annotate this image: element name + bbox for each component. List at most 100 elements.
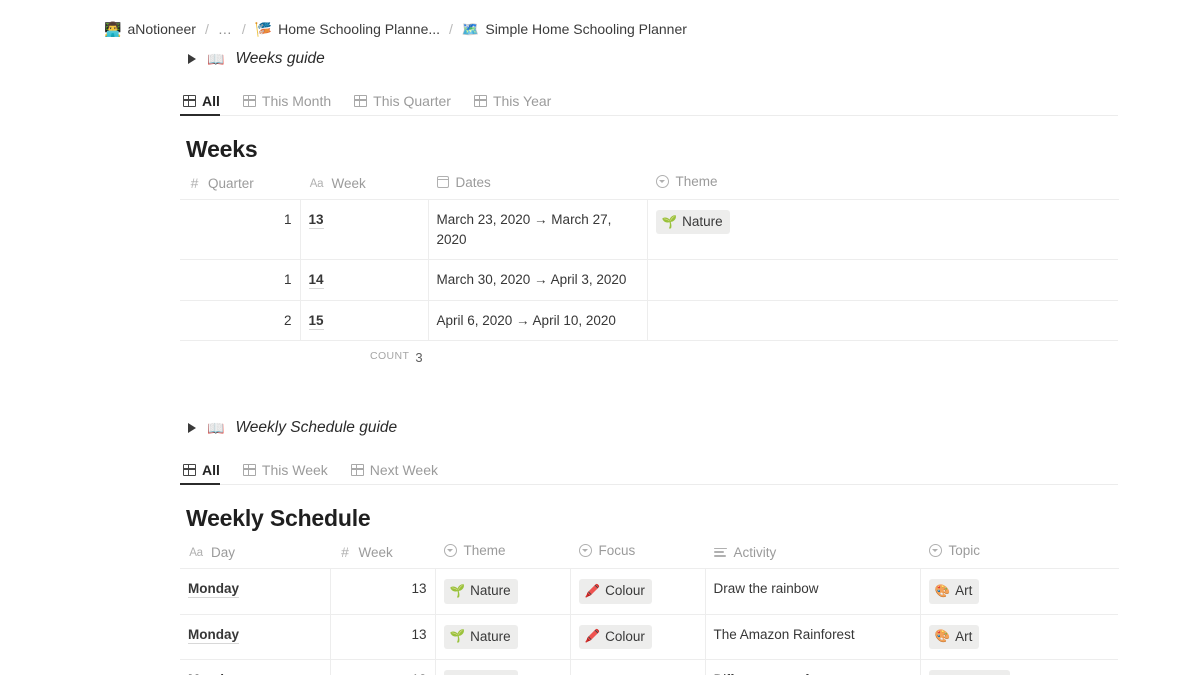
cell-day[interactable]: Monday: [180, 659, 331, 675]
breadcrumb-item-current[interactable]: 🗺️ Simple Home Schooling Planner: [462, 21, 687, 37]
cell-week[interactable]: 13: [300, 199, 429, 261]
tab-schedule-next-week[interactable]: Next Week: [348, 462, 448, 484]
crayon-icon: 🖍️: [584, 629, 601, 644]
tab-schedule-all[interactable]: All: [180, 462, 230, 486]
table-view-icon: [183, 464, 196, 477]
tag-theme: 🌱 Nature: [655, 210, 730, 235]
chevron-right-icon[interactable]: [188, 423, 196, 434]
tab-label: This Week: [261, 462, 328, 479]
schedule-col-topic[interactable]: Topic: [920, 538, 1118, 570]
tag-label: Art: [955, 583, 973, 599]
breadcrumb-item-ellipsis[interactable]: …: [218, 21, 233, 37]
cell-day[interactable]: Monday: [180, 568, 331, 615]
select-property-icon: [655, 175, 669, 188]
cell-dates: March 23, 2020 → March 27, 2020: [428, 199, 648, 261]
schedule-col-focus[interactable]: Focus: [570, 538, 705, 570]
schedule-col-week[interactable]: # Week: [330, 538, 435, 570]
tab-label: All: [202, 93, 220, 109]
cell-dates: April 6, 2020 → April 10, 2020: [428, 300, 648, 342]
breadcrumb-label-workspace: aNotioneer: [127, 20, 196, 37]
column-label: Quarter: [208, 175, 254, 191]
cell-week[interactable]: 14: [300, 259, 429, 301]
cell-focus: [570, 659, 706, 675]
cell-activity: The Amazon Rainforest: [705, 614, 921, 660]
weeks-col-week[interactable]: Aa Week: [300, 169, 428, 200]
select-property-icon: [578, 544, 592, 558]
weeks-col-theme[interactable]: Theme: [647, 169, 1118, 200]
table-row[interactable]: 1 14 March 30, 2020 → April 3, 2020: [180, 259, 1118, 301]
number-property-icon: #: [341, 544, 349, 561]
table-row[interactable]: 2 15 April 6, 2020 → April 10, 2020: [180, 300, 1118, 342]
breadcrumb-item-parent[interactable]: 🎏 Home Schooling Planne...: [255, 21, 440, 37]
tag-label: Nature: [470, 628, 511, 644]
tab-schedule-this-week[interactable]: This Week: [240, 462, 338, 484]
cell-week: 13: [330, 568, 436, 615]
weeks-col-quarter[interactable]: # Quarter: [180, 169, 300, 200]
select-property-icon: [928, 544, 942, 558]
cell-week: 13: [330, 659, 436, 675]
schedule-col-day[interactable]: Aa Day: [180, 538, 330, 570]
schedule-col-theme[interactable]: Theme: [435, 538, 570, 570]
cell-week[interactable]: 15: [300, 300, 429, 342]
tag-topic: 🧪 Science: [928, 669, 1011, 675]
tag-theme: 🌱 Nature: [443, 669, 518, 675]
tab-weeks-this-month[interactable]: This Month: [240, 93, 341, 115]
title-property-icon: Aa: [189, 546, 203, 559]
table-view-icon: [242, 95, 256, 107]
seedling-icon: 🌱: [661, 214, 678, 229]
breadcrumb-separator: /: [449, 20, 453, 37]
tag-theme: 🌱 Nature: [443, 579, 518, 604]
tab-label: This Year: [492, 93, 552, 109]
breadcrumb-item-workspace[interactable]: 👨‍💻 aNotioneer: [104, 21, 196, 37]
cell-focus: 🖍️ Colour: [570, 614, 706, 660]
schedule-guide-toggle-row[interactable]: 📖 Weekly Schedule guide: [186, 413, 1118, 443]
book-icon: 📖: [207, 420, 225, 437]
breadcrumb: 👨‍💻 aNotioneer / … / 🎏 Home Schooling Pl…: [0, 0, 1200, 44]
cell-theme: [647, 259, 1118, 301]
weeks-col-dates[interactable]: Dates: [428, 169, 647, 200]
cell-theme: [647, 300, 1118, 342]
table-view-icon: [350, 464, 364, 477]
book-icon: 📖: [207, 51, 225, 67]
column-label: Theme: [463, 543, 506, 559]
column-label: Focus: [598, 543, 636, 559]
cell-theme: 🌱 Nature: [435, 614, 571, 660]
cell-day[interactable]: Monday: [180, 614, 331, 660]
chevron-right-icon[interactable]: [188, 54, 196, 64]
tab-weeks-this-quarter[interactable]: This Quarter: [351, 93, 461, 115]
tab-label: This Month: [261, 93, 332, 109]
table-view-icon: [183, 95, 196, 107]
flag-icon: 🎏: [254, 20, 273, 37]
tab-weeks-this-year[interactable]: This Year: [471, 93, 561, 115]
weekly-schedule-table: Aa Day # Week Theme Focus Activity Topic…: [180, 538, 1119, 675]
table-row[interactable]: 1 13 March 23, 2020 → March 27, 2020 🌱 N…: [180, 199, 1118, 261]
tag-label: Nature: [470, 583, 511, 599]
schedule-col-activity[interactable]: Activity: [705, 538, 920, 570]
cell-theme: 🌱 Nature: [435, 568, 571, 615]
column-label: Week: [358, 544, 393, 560]
weeks-count-footer[interactable]: Count 3: [180, 341, 1118, 365]
map-icon: 🗺️: [461, 20, 480, 37]
column-label: Theme: [675, 174, 718, 189]
palette-icon: 🎨: [934, 629, 951, 644]
title-property-icon: Aa: [309, 177, 324, 190]
column-label: Activity: [733, 544, 777, 560]
weeks-table: # Quarter Aa Week Dates Theme 1 13 March…: [180, 169, 1119, 342]
column-label: Day: [211, 545, 236, 561]
cell-topic: 🎨 Art: [920, 614, 1118, 660]
cell-dates: March 30, 2020 → April 3, 2020: [428, 259, 648, 301]
weeks-table-header-row: # Quarter Aa Week Dates Theme: [180, 169, 1118, 200]
tag-focus: 🖍️ Colour: [578, 624, 652, 649]
table-row[interactable]: Monday 13 🌱 Nature Different type of tre…: [180, 659, 1118, 675]
workspace-icon: 👨‍💻: [104, 20, 122, 37]
cell-topic: 🎨 Art: [920, 568, 1118, 615]
cell-quarter: 2: [180, 300, 301, 342]
table-row[interactable]: Monday 13 🌱 Nature 🖍️ Colour The Amazon …: [180, 614, 1118, 660]
tab-weeks-all[interactable]: All: [180, 93, 230, 116]
count-value: 3: [415, 350, 423, 366]
cell-activity: Different type of trees: [705, 659, 921, 675]
table-row[interactable]: Monday 13 🌱 Nature 🖍️ Colour Draw the ra…: [180, 568, 1118, 615]
weeks-guide-toggle-row[interactable]: 📖 Weeks guide: [186, 44, 1118, 74]
tag-topic: 🎨 Art: [928, 579, 980, 604]
